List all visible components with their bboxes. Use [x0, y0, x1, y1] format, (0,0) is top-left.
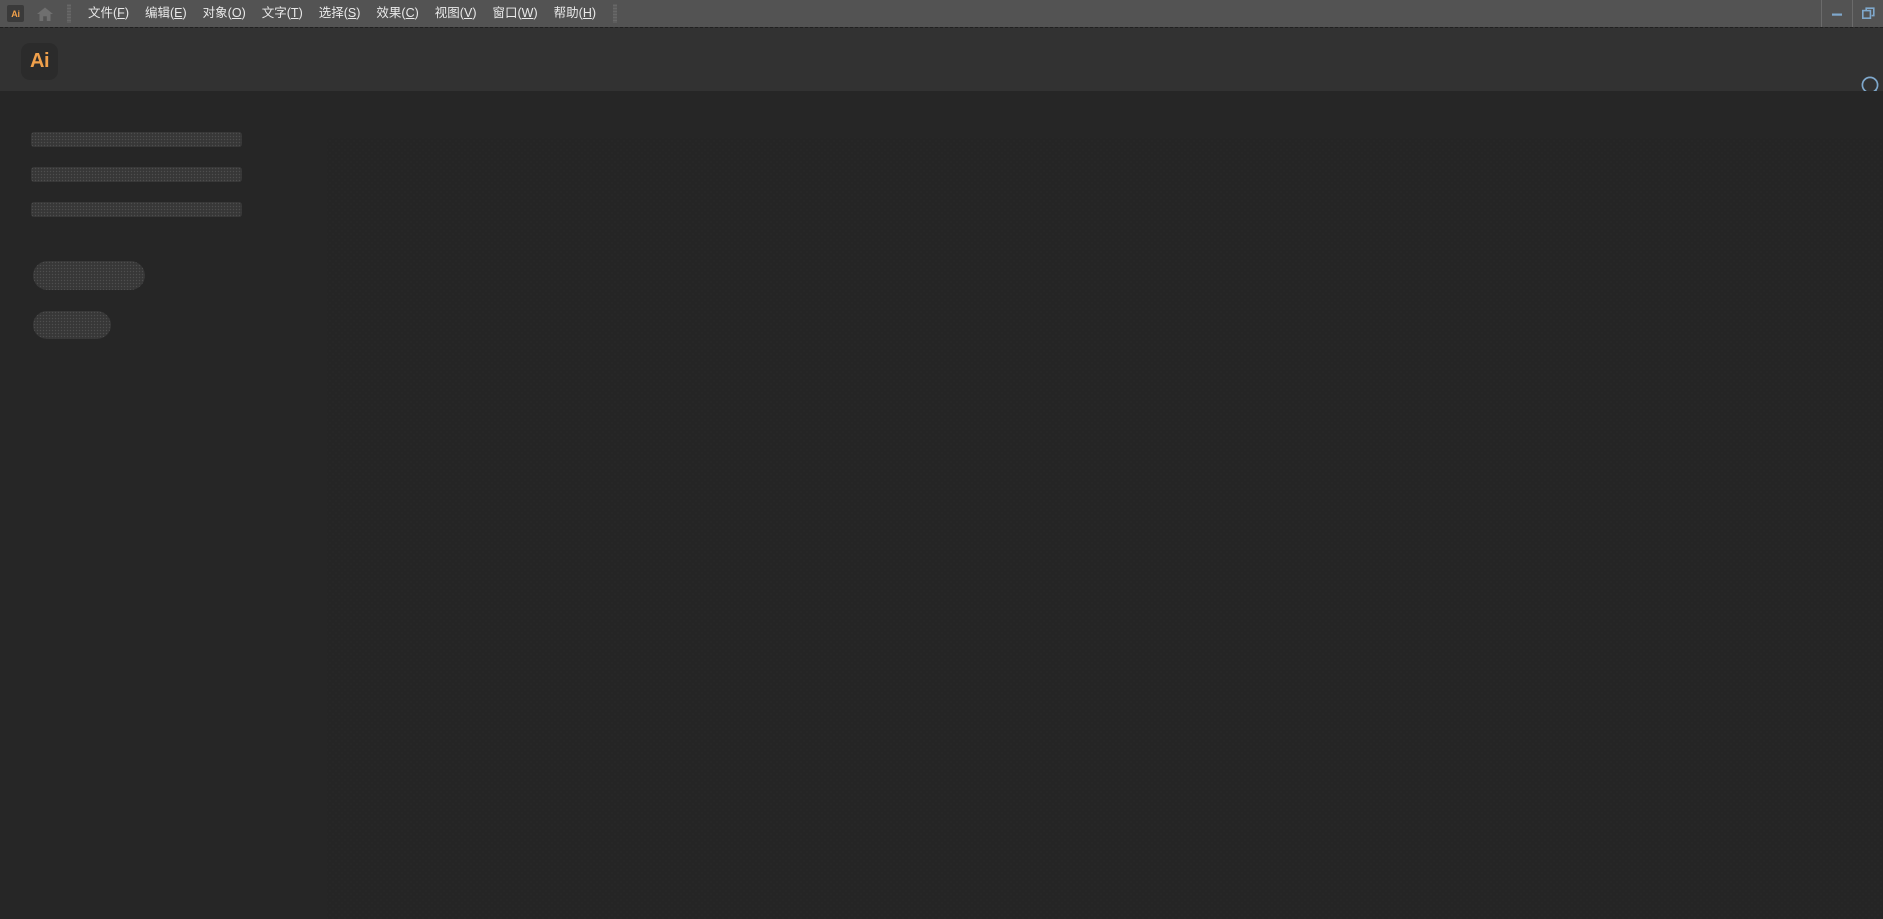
menu-item-object[interactable]: 对象(O) — [195, 0, 254, 27]
skeleton-line-3 — [31, 202, 242, 217]
menu-item-type[interactable]: 文字(T) — [254, 0, 311, 27]
menu-item-view[interactable]: 视图(V) — [427, 0, 485, 27]
illustrator-logo: Ai — [21, 43, 58, 80]
skeleton-line-1 — [31, 132, 242, 147]
home-screen — [0, 91, 1883, 919]
skeleton-pill-1 — [33, 261, 145, 290]
menu-item-select[interactable]: 选择(S) — [311, 0, 369, 27]
menu-item-help[interactable]: 帮助(H) — [546, 0, 604, 27]
home-icon[interactable] — [32, 0, 58, 27]
menu-drag-handle-left-icon[interactable] — [67, 4, 71, 23]
loading-content-area — [327, 138, 1883, 919]
app-icon-badge: Ai — [7, 5, 24, 22]
skeleton-pill-2 — [33, 311, 111, 339]
menu-item-edit[interactable]: 编辑(E) — [137, 0, 195, 27]
menu-item-window[interactable]: 窗口(W) — [484, 0, 545, 27]
window-controls — [1821, 0, 1883, 27]
menu-bar: 文件(F) 编辑(E) 对象(O) 文字(T) 选择(S) 效果(C) 视图(V… — [80, 0, 604, 27]
skeleton-line-2 — [31, 167, 242, 182]
menu-drag-handle-right-icon[interactable] — [613, 4, 618, 23]
restore-window-button[interactable] — [1852, 0, 1883, 27]
menu-item-effect[interactable]: 效果(C) — [368, 0, 426, 27]
menu-item-file[interactable]: 文件(F) — [80, 0, 137, 27]
app-header: Ai — [0, 27, 1883, 98]
minimize-button[interactable] — [1821, 0, 1852, 27]
title-bar: Ai 文件(F) 编辑(E) 对象(O) 文字(T) 选择(S) 效果(C) 视… — [0, 0, 1883, 27]
